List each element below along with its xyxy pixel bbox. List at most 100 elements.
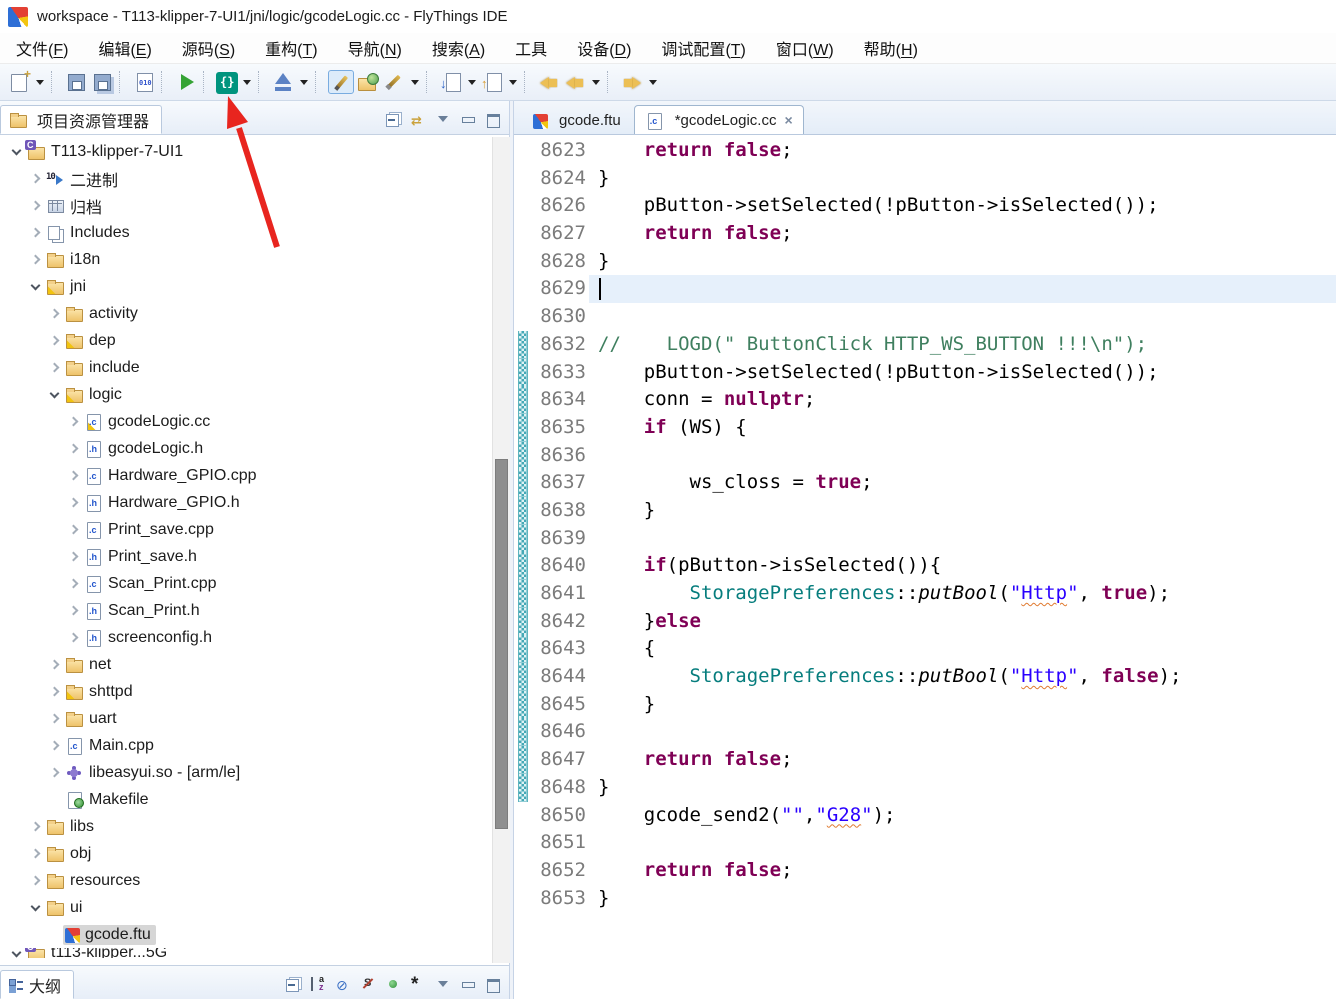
code-text[interactable]: conn = nullptr;	[598, 386, 1336, 414]
expander-chevron-icon[interactable]	[65, 413, 82, 430]
tree-item-hardware-gpio-cpp[interactable]: Hardware_GPIO.cpp	[0, 462, 509, 489]
expander-chevron-icon[interactable]	[8, 143, 25, 160]
code-text[interactable]	[598, 303, 1336, 331]
menu-item-[interactable]: 设备(D)	[577, 36, 631, 60]
tree-item-libs[interactable]: libs	[0, 813, 509, 840]
tree-item-body[interactable]: net	[63, 655, 116, 675]
line-number[interactable]: 8642	[540, 608, 586, 636]
backnew-icon[interactable]	[537, 70, 561, 94]
tree-item-body[interactable]: shttpd	[63, 682, 138, 702]
expander-chevron-icon[interactable]	[65, 548, 82, 565]
code-text[interactable]: }	[598, 165, 1336, 193]
code-text[interactable]: }	[598, 691, 1336, 719]
drop-icon[interactable]	[240, 70, 253, 94]
code-line-8642[interactable]: 8642 }else	[514, 608, 1336, 636]
expander-chevron-icon[interactable]	[46, 791, 63, 808]
tree-item-dep[interactable]: dep	[0, 327, 509, 354]
code-text[interactable]: StoragePreferences::putBool("Http", true…	[598, 580, 1336, 608]
line-gutter[interactable]: 8635	[514, 414, 598, 442]
collapse-all-icon[interactable]	[286, 977, 301, 991]
code-line-8634[interactable]: 8634 conn = nullptr;	[514, 386, 1336, 414]
expander-chevron-icon[interactable]	[65, 575, 82, 592]
code-line-8630[interactable]: 8630	[514, 303, 1336, 331]
tree-item-main-cpp[interactable]: Main.cpp	[0, 732, 509, 759]
code-text[interactable]: ws_closs = true;	[598, 469, 1336, 497]
tree-item-body[interactable]: jni	[44, 277, 91, 297]
drop-icon[interactable]	[589, 70, 602, 94]
line-number[interactable]: 8636	[540, 442, 586, 470]
code-text[interactable]	[598, 275, 1336, 303]
minimize-icon[interactable]	[461, 977, 476, 991]
maximize-icon[interactable]	[486, 977, 501, 991]
expander-chevron-icon[interactable]	[46, 737, 63, 754]
code-line-8624[interactable]: 8624 }	[514, 165, 1336, 193]
tree-item-include[interactable]: include	[0, 354, 509, 381]
code-line-8646[interactable]: 8646	[514, 718, 1336, 746]
line-number[interactable]: 8629	[540, 275, 586, 303]
hide-static-icon[interactable]	[361, 977, 376, 991]
tree-item-scan-print-h[interactable]: Scan_Print.h	[0, 597, 509, 624]
openproj-icon[interactable]	[356, 70, 380, 94]
expander-chevron-icon[interactable]	[27, 170, 44, 187]
tree-item-body[interactable]: 二进制	[44, 166, 123, 192]
tree-item-activity[interactable]: activity	[0, 300, 509, 327]
code-line-8643[interactable]: 8643 {	[514, 635, 1336, 663]
code-text[interactable]: }	[598, 497, 1336, 525]
code-text[interactable]: return false;	[598, 857, 1336, 885]
line-number[interactable]: 8627	[540, 220, 586, 248]
tree-item-body[interactable]: Hardware_GPIO.h	[82, 493, 245, 513]
tree-item-uart[interactable]: uart	[0, 705, 509, 732]
maximize-icon[interactable]	[486, 112, 501, 126]
code-line-8650[interactable]: 8650 gcode_send2("","G28");	[514, 802, 1336, 830]
line-gutter[interactable]: 8645	[514, 691, 598, 719]
code-text[interactable]: pButton->setSelected(!pButton->isSelecte…	[598, 359, 1336, 387]
expander-chevron-icon[interactable]	[65, 494, 82, 511]
line-number[interactable]: 8651	[540, 829, 586, 857]
pen2-icon[interactable]	[382, 70, 406, 94]
tree-item-gcodelogic-h[interactable]: gcodeLogic.h	[0, 435, 509, 462]
line-number[interactable]: 8637	[540, 469, 586, 497]
tree-item-shttpd[interactable]: shttpd	[0, 678, 509, 705]
tree-item-body[interactable]: libs	[44, 817, 99, 837]
tree-item-body[interactable]: Hardware_GPIO.cpp	[82, 466, 262, 486]
line-number[interactable]: 8628	[540, 248, 586, 276]
line-gutter[interactable]: 8629	[514, 275, 598, 303]
line-number[interactable]: 8643	[540, 635, 586, 663]
export-icon[interactable]	[480, 70, 504, 94]
code-line-8641[interactable]: 8641 StoragePreferences::putBool("Http",…	[514, 580, 1336, 608]
line-gutter[interactable]: 8626	[514, 192, 598, 220]
line-gutter[interactable]: 8633	[514, 359, 598, 387]
code-text[interactable]: {	[598, 635, 1336, 663]
paint-icon[interactable]	[328, 70, 354, 94]
line-gutter[interactable]: 8639	[514, 525, 598, 553]
menu-item-[interactable]: 编辑(E)	[98, 36, 151, 60]
import-icon[interactable]	[439, 70, 463, 94]
expander-chevron-icon[interactable]	[27, 278, 44, 295]
drop-icon[interactable]	[297, 70, 310, 94]
code-line-8640[interactable]: 8640 if(pButton->isSelected()){	[514, 552, 1336, 580]
line-gutter[interactable]: 8643	[514, 635, 598, 663]
tree-item-logic[interactable]: logic	[0, 381, 509, 408]
expander-chevron-icon[interactable]	[46, 359, 63, 376]
line-number[interactable]: 8653	[540, 885, 586, 913]
line-gutter[interactable]: 8627	[514, 220, 598, 248]
tree-item-body[interactable]: uart	[63, 709, 122, 729]
editor-tab-gcodelogic-cc[interactable]: *gcodeLogic.cc ×	[634, 105, 804, 134]
tree-item-body[interactable]: Main.cpp	[63, 736, 159, 756]
expander-chevron-icon[interactable]	[46, 332, 63, 349]
tree-item-screenconfig-h[interactable]: screenconfig.h	[0, 624, 509, 651]
tree-item-gcode-ftu[interactable]: gcode.ftu	[0, 921, 509, 948]
code-line-8633[interactable]: 8633 pButton->setSelected(!pButton->isSe…	[514, 359, 1336, 387]
tree-item-t113-klipper-7-ui1[interactable]: T113-klipper-7-UI1	[0, 138, 509, 165]
tree-item-[interactable]: 归档	[0, 192, 509, 219]
new-icon[interactable]	[7, 70, 31, 94]
code-text[interactable]	[598, 718, 1336, 746]
menu-item-[interactable]: 帮助(H)	[864, 36, 918, 60]
line-number[interactable]: 8634	[540, 386, 586, 414]
tree-item-body[interactable]: 归档	[44, 193, 107, 219]
view-menu-icon[interactable]	[436, 112, 451, 126]
scrollbar-thumb[interactable]	[495, 459, 508, 829]
tree-item-body[interactable]: Makefile	[63, 790, 154, 810]
line-gutter[interactable]: 8632	[514, 331, 598, 359]
tree-item-scan-print-cpp[interactable]: Scan_Print.cpp	[0, 570, 509, 597]
